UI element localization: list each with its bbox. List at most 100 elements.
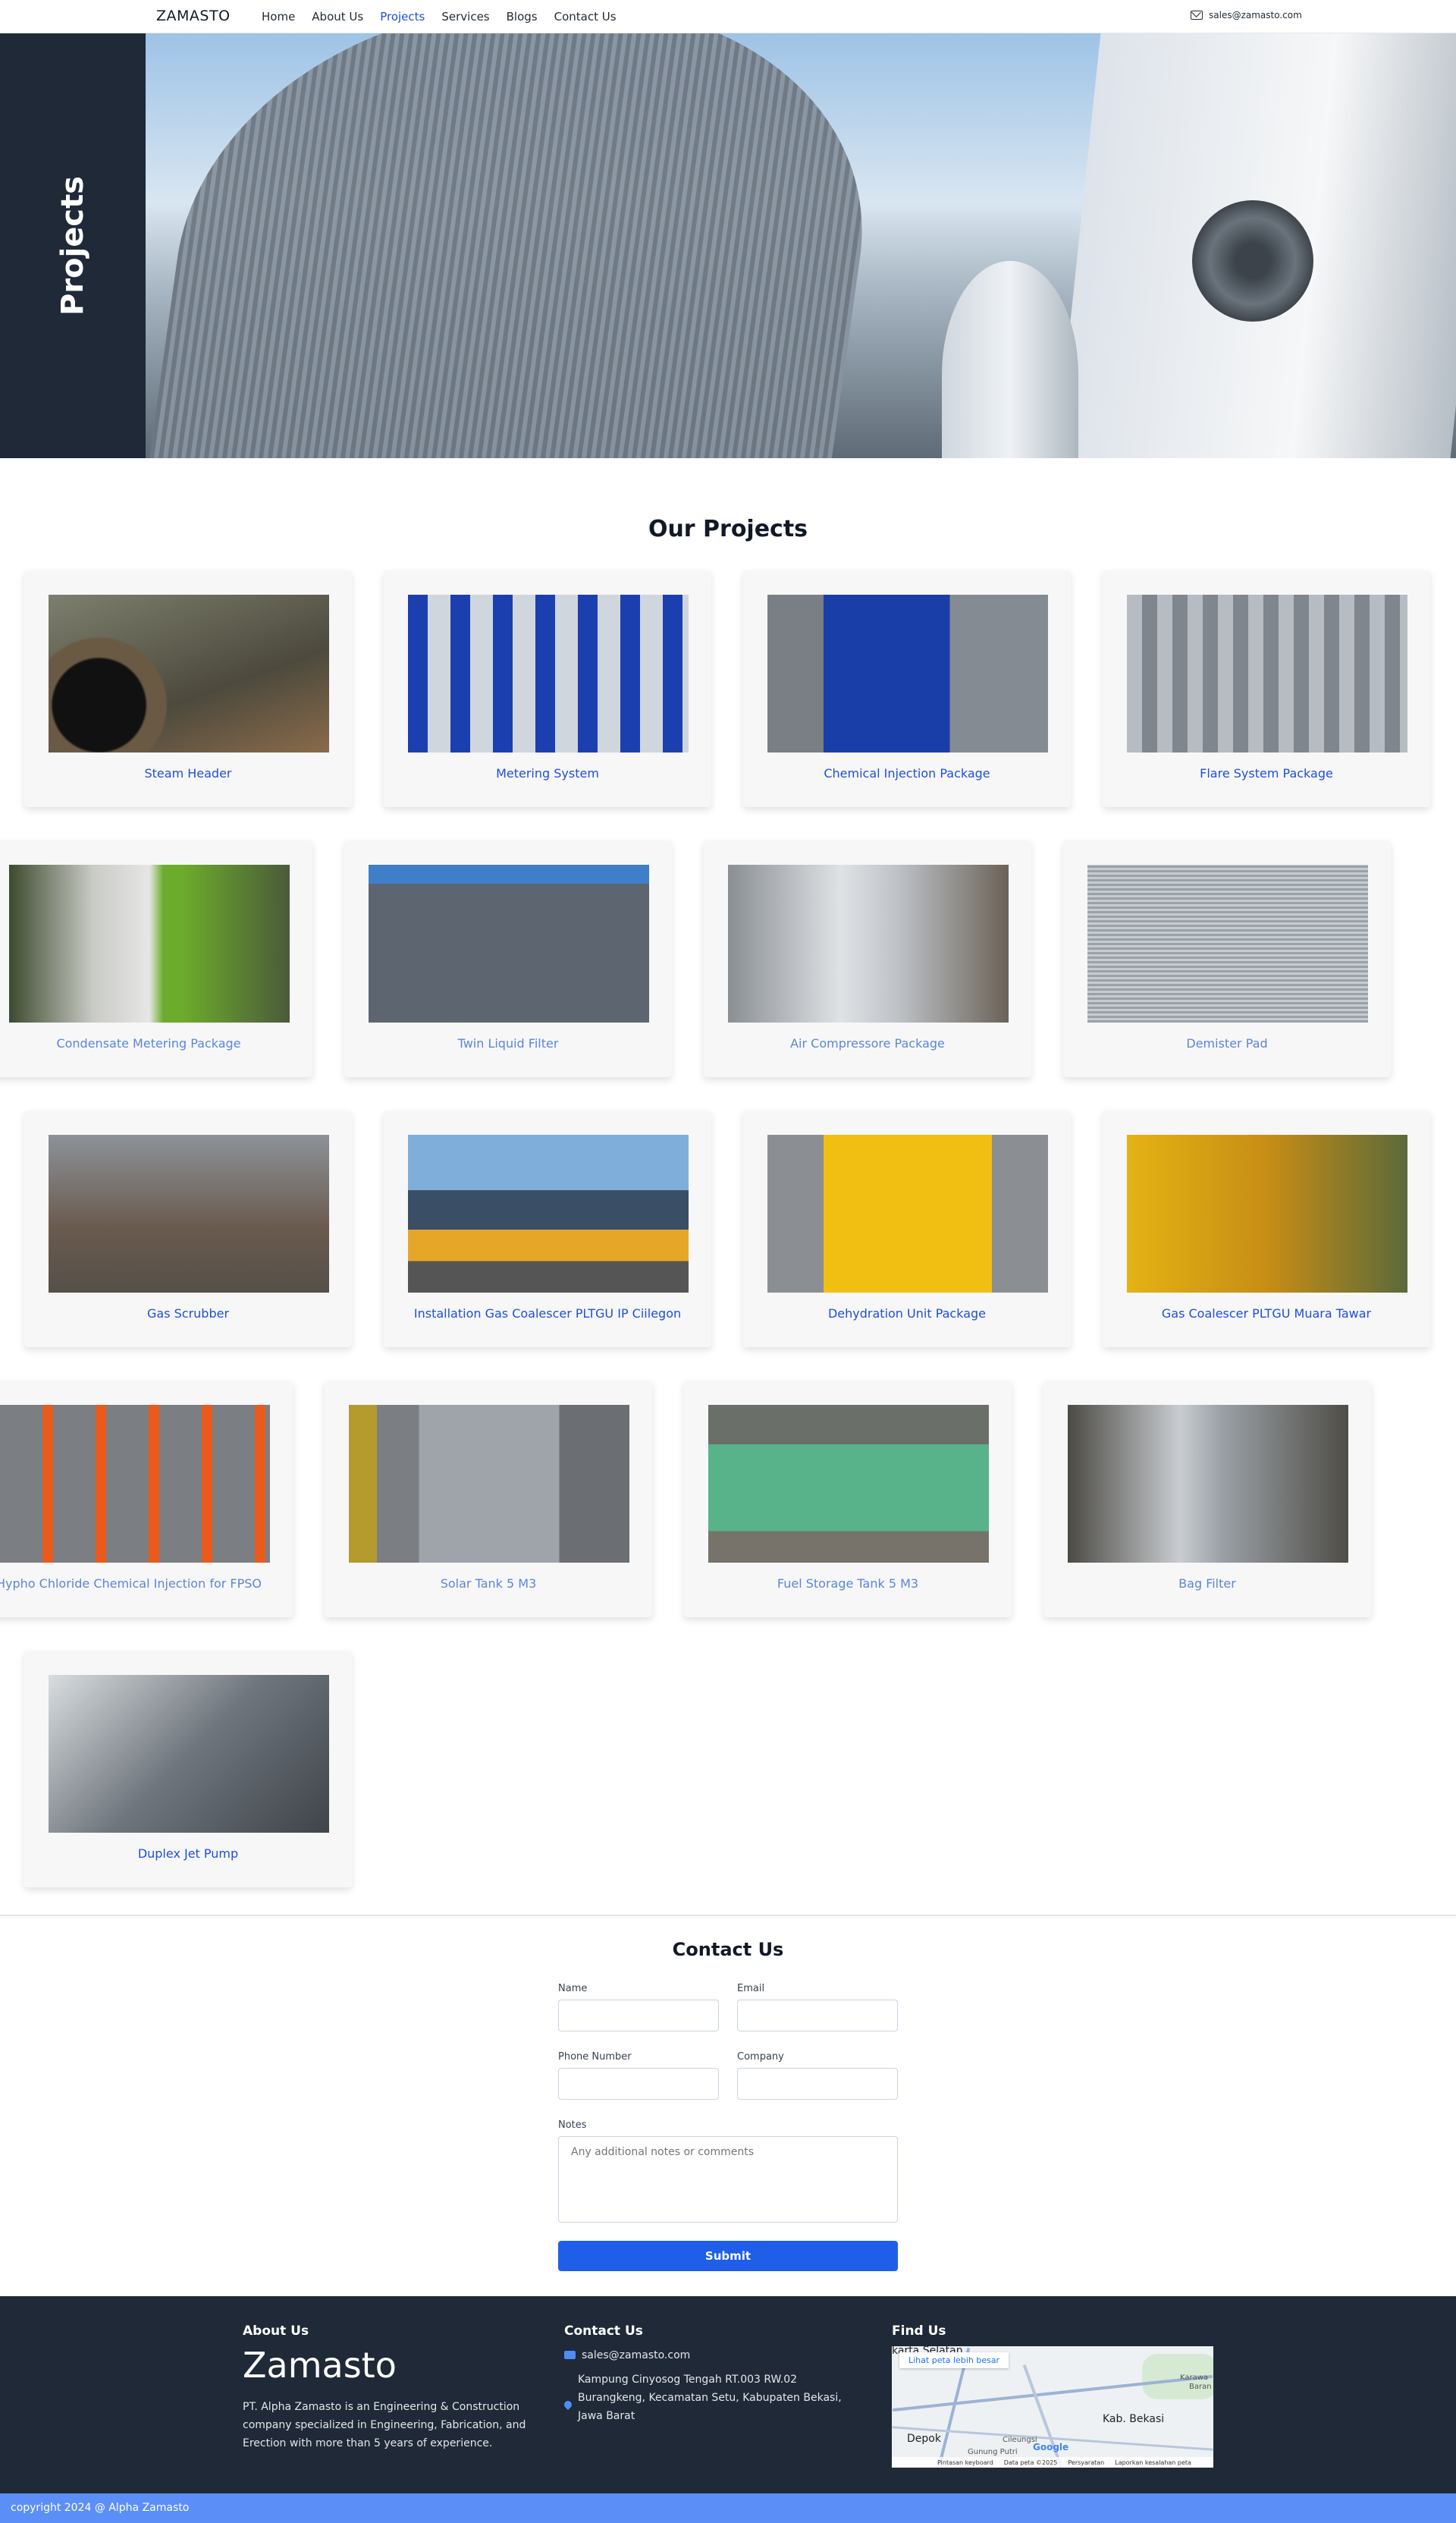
project-image: [1068, 1405, 1348, 1563]
nav-contact-us[interactable]: Contact Us: [554, 10, 617, 24]
project-card[interactable]: Condensate Metering Package: [0, 840, 312, 1077]
map-place-label: Gunung Putri: [968, 2448, 1018, 2456]
project-title: Condensate Metering Package: [56, 1036, 241, 1051]
project-title: Gas Coalescer PLTGU Muara Tawar: [1161, 1306, 1372, 1321]
project-title: Dehydration Unit Package: [827, 1306, 987, 1321]
project-card[interactable]: Air Compressore Package: [704, 840, 1031, 1077]
footer-contact-heading: Contact Us: [564, 2323, 643, 2339]
map-footer-item[interactable]: Pintasan keyboard: [937, 2459, 993, 2466]
nav-services[interactable]: Services: [441, 10, 489, 24]
footer-find-heading: Find Us: [892, 2323, 946, 2339]
project-image: [408, 595, 689, 753]
map-footer-item[interactable]: Persyaratan: [1068, 2459, 1104, 2466]
project-title: Solar Tank 5 M3: [440, 1576, 537, 1591]
phone-field[interactable]: [558, 2068, 719, 2100]
notes-field[interactable]: [558, 2136, 898, 2223]
footer: About Us Zamasto PT. Alpha Zamasto is an…: [0, 2296, 1456, 2493]
project-title: Installation Gas Coalescer PLTGU IP Ciil…: [413, 1306, 682, 1321]
project-image: [49, 1135, 329, 1293]
phone-label: Phone Number: [558, 2051, 632, 2063]
project-image: [767, 595, 1048, 753]
footer-email[interactable]: sales@zamasto.com: [564, 2346, 690, 2364]
project-card[interactable]: Fuel Storage Tank 5 M3: [684, 1381, 1012, 1617]
name-label: Name: [558, 1983, 588, 1994]
project-card[interactable]: Solar Tank 5 M3: [325, 1381, 652, 1617]
project-card[interactable]: Chemical Injection Package: [743, 570, 1071, 807]
project-title: Bag Filter: [1178, 1576, 1236, 1591]
project-image: [767, 1135, 1048, 1293]
project-image: [0, 1405, 270, 1563]
project-card[interactable]: Bag Filter: [1043, 1381, 1371, 1617]
nav-projects[interactable]: Projects: [380, 10, 425, 24]
map-footer: Pintasan keyboard Data peta ©2025 Persya…: [892, 2457, 1213, 2468]
map-place-label: Baran: [1189, 2383, 1212, 2391]
nav-blogs[interactable]: Blogs: [507, 10, 538, 24]
project-title: Steam Header: [144, 766, 232, 781]
hero-side-panel: Projects: [0, 33, 146, 458]
company-label: Company: [737, 2051, 784, 2063]
projects-title: Our Projects: [648, 516, 808, 542]
project-card[interactable]: Dehydration Unit Package: [743, 1111, 1071, 1347]
email-field[interactable]: [737, 2000, 898, 2031]
project-title: Duplex Jet Pump: [137, 1846, 239, 1861]
project-image: [369, 865, 649, 1023]
project-image: [9, 865, 290, 1023]
map-larger-link[interactable]: Lihat peta lebih besar: [899, 2352, 1009, 2368]
project-image: [1087, 865, 1368, 1023]
envelope-icon: [564, 2351, 576, 2359]
project-title: Demister Pad: [1186, 1036, 1268, 1051]
map-footer-item[interactable]: Laporkan kesalahan peta: [1115, 2459, 1191, 2466]
brand-logo[interactable]: ZAMASTO: [156, 8, 231, 24]
project-card[interactable]: Steam Header: [24, 570, 352, 807]
nav-links: Home About Us Projects Services Blogs Co…: [262, 10, 617, 24]
map-footer-item: Data peta ©2025: [1003, 2459, 1058, 2466]
map-place-label: Karawa: [1180, 2374, 1209, 2382]
map-place-label: Depok: [907, 2433, 941, 2445]
project-image: [1127, 1135, 1407, 1293]
project-title: Metering System: [496, 766, 599, 781]
project-card[interactable]: Metering System: [384, 570, 711, 807]
contact-title: Contact Us: [672, 1939, 784, 1960]
notes-label: Notes: [558, 2119, 587, 2131]
project-image: [49, 1675, 329, 1833]
submit-button[interactable]: Submit: [558, 2241, 898, 2271]
embedded-map[interactable]: karta Selatan Lihat peta lebih besar Kab…: [892, 2346, 1213, 2468]
project-card[interactable]: Gas Coalescer PLTGU Muara Tawar: [1103, 1111, 1430, 1347]
footer-logo: Zamasto: [243, 2345, 397, 2386]
name-field[interactable]: [558, 2000, 719, 2031]
hero-image: [146, 33, 1456, 458]
location-pin-icon: [562, 2399, 574, 2411]
hero-title: Projects: [55, 175, 90, 316]
project-card[interactable]: Twin Liquid Filter: [344, 840, 672, 1077]
project-card[interactable]: Hypho Chloride Chemical Injection for FP…: [0, 1381, 293, 1617]
hero-banner: Projects: [0, 33, 1456, 458]
map-place-label: Kab. Bekasi: [1103, 2413, 1165, 2425]
project-image: [408, 1135, 689, 1293]
top-navbar: ZAMASTO Home About Us Projects Services …: [0, 0, 1456, 33]
project-title: Twin Liquid Filter: [457, 1036, 559, 1051]
project-card[interactable]: Duplex Jet Pump: [24, 1651, 352, 1887]
footer-address: Kampung Cinyosog Tengah RT.003 RW.02 Bur…: [562, 2371, 868, 2425]
footer-about-text: PT. Alpha Zamasto is an Engineering & Co…: [243, 2401, 526, 2449]
company-field[interactable]: [737, 2068, 898, 2100]
mail-icon: [1191, 11, 1203, 20]
nav-home[interactable]: Home: [262, 10, 295, 24]
project-card[interactable]: Flare System Package: [1103, 570, 1430, 807]
nav-about-us[interactable]: About Us: [312, 10, 363, 24]
project-title: Chemical Injection Package: [824, 766, 990, 781]
project-title: Fuel Storage Tank 5 M3: [777, 1576, 919, 1591]
section-divider: [0, 1915, 1456, 1916]
project-image: [1127, 595, 1407, 753]
project-image: [728, 865, 1009, 1023]
project-card[interactable]: Installation Gas Coalescer PLTGU IP Ciil…: [384, 1111, 711, 1347]
copyright-bar: copyright 2024 @ Alpha Zamasto: [0, 2493, 1456, 2523]
footer-email-text: sales@zamasto.com: [582, 2349, 691, 2361]
nav-email[interactable]: sales@zamasto.com: [1191, 10, 1302, 20]
project-card[interactable]: Gas Scrubber: [24, 1111, 352, 1347]
project-card[interactable]: Demister Pad: [1063, 840, 1391, 1077]
nav-email-text: sales@zamasto.com: [1209, 10, 1302, 20]
project-title: Flare System Package: [1200, 766, 1333, 781]
project-title: Gas Scrubber: [146, 1306, 230, 1321]
email-label: Email: [737, 1983, 765, 1994]
footer-address-text: Kampung Cinyosog Tengah RT.003 RW.02 Bur…: [578, 2374, 842, 2422]
